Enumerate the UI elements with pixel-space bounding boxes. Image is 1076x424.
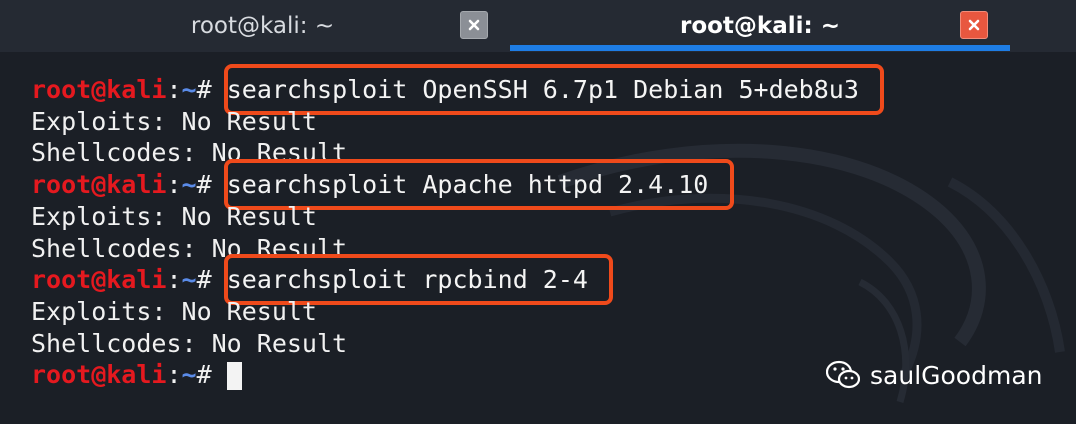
tab-2-close-icon[interactable] bbox=[960, 11, 988, 39]
prompt-path: ~ bbox=[181, 170, 197, 200]
prompt-line: root@kali:~# searchsploit Apache httpd 2… bbox=[31, 169, 708, 201]
prompt-separator: : bbox=[166, 360, 182, 390]
prompt-symbol: # bbox=[196, 360, 212, 390]
command-text: searchsploit rpcbind 2-4 bbox=[226, 265, 588, 295]
prompt-line: root@kali:~# bbox=[31, 359, 242, 391]
tab-1[interactable]: root@kali: ~ bbox=[15, 0, 510, 52]
output-text: Exploits: No Result bbox=[31, 201, 317, 231]
prompt-separator: : bbox=[166, 170, 182, 200]
terminal-output[interactable]: root@kali:~# searchsploit OpenSSH 6.7p1 … bbox=[0, 52, 1076, 424]
tab-1-title: root@kali: ~ bbox=[190, 13, 335, 39]
prompt-symbol: # bbox=[196, 170, 212, 200]
prompt-separator: : bbox=[166, 75, 182, 104]
prompt-path: ~ bbox=[181, 360, 197, 390]
prompt-separator: : bbox=[166, 265, 182, 295]
prompt-path: ~ bbox=[181, 265, 197, 295]
output-line: Exploits: No Result bbox=[31, 106, 317, 138]
prompt-line: root@kali:~# searchsploit rpcbind 2-4 bbox=[31, 264, 588, 296]
prompt-user-host: root@kali bbox=[31, 170, 167, 200]
watermark: saulGoodman bbox=[826, 360, 1043, 390]
prompt-symbol: # bbox=[196, 75, 212, 104]
tab-1-close-icon[interactable] bbox=[460, 11, 488, 39]
watermark-text: saulGoodman bbox=[870, 360, 1043, 390]
prompt-user-host: root@kali bbox=[31, 265, 167, 295]
prompt-user-host: root@kali bbox=[31, 360, 167, 390]
prompt-user-host: root@kali bbox=[31, 75, 167, 104]
tab-bar: root@kali: ~ root@kali: ~ bbox=[0, 0, 1076, 52]
output-line: Exploits: No Result bbox=[31, 201, 317, 233]
active-tab-indicator bbox=[510, 45, 1010, 51]
output-line: Shellcodes: No Result bbox=[31, 328, 347, 360]
output-text: Exploits: No Result bbox=[31, 296, 317, 326]
output-text: Exploits: No Result bbox=[31, 106, 317, 136]
tab-2-title: root@kali: ~ bbox=[679, 13, 840, 39]
prompt-path: ~ bbox=[181, 75, 197, 104]
wechat-icon bbox=[826, 360, 860, 389]
output-text: Shellcodes: No Result bbox=[31, 328, 348, 358]
output-line: Exploits: No Result bbox=[31, 296, 317, 328]
cursor-block bbox=[226, 362, 242, 391]
prompt-line: root@kali:~# searchsploit OpenSSH 6.7p1 … bbox=[31, 74, 859, 106]
command-text: searchsploit OpenSSH 6.7p1 Debian 5+deb8… bbox=[226, 75, 859, 104]
prompt-symbol: # bbox=[196, 265, 212, 295]
terminal-window: root@kali: ~ root@kali: ~ root@kali:~# s… bbox=[0, 0, 1076, 424]
command-text: searchsploit Apache httpd 2.4.10 bbox=[226, 170, 709, 200]
